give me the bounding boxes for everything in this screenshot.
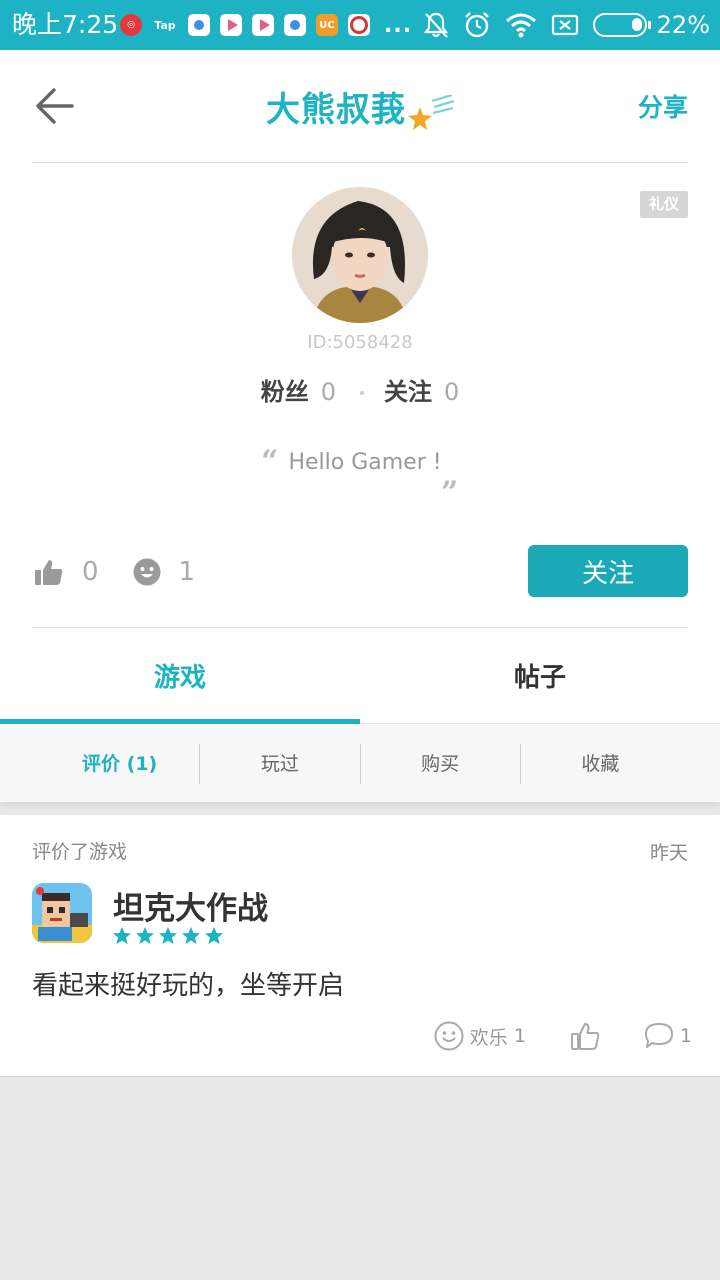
- star-icon: [205, 927, 223, 944]
- page-title: 大熊叔莪: [266, 90, 406, 130]
- fun-reaction[interactable]: 欢乐 1: [434, 1021, 526, 1051]
- user-id: ID:5058428: [307, 332, 413, 353]
- subtab-played[interactable]: 玩过: [199, 743, 359, 784]
- follow-button[interactable]: 关注: [528, 545, 688, 597]
- smile-face-icon[interactable]: [133, 558, 161, 586]
- header-title: 大熊叔莪: [0, 82, 720, 139]
- motto-text: Hello Gamer !: [288, 450, 442, 475]
- notification-icons: ◎ Tap UC ...: [120, 12, 412, 38]
- star-icon: [136, 927, 154, 944]
- play-store-icon-2: [252, 14, 274, 36]
- netease-music-icon: ◎: [120, 14, 142, 36]
- smile-face-icon: [434, 1021, 464, 1051]
- comment-button[interactable]: 1: [644, 1022, 692, 1050]
- fun-count: 1: [178, 557, 196, 587]
- status-time: 晚上7:25: [12, 10, 119, 39]
- divider: [32, 162, 688, 163]
- subtab-purchased[interactable]: 购买: [359, 743, 520, 784]
- play-store-icon: [220, 14, 242, 36]
- close-quote-icon: „: [441, 458, 459, 493]
- wifi-icon: [505, 12, 537, 38]
- bell-muted-icon: [423, 11, 449, 39]
- thumbs-up-outline-icon: [570, 1023, 600, 1050]
- uc-browser-icon: UC: [316, 14, 338, 36]
- fans-label[interactable]: 粉丝: [261, 378, 309, 406]
- star-icon: [159, 927, 177, 944]
- fans-count[interactable]: 0: [321, 378, 336, 406]
- likes-count: 0: [82, 557, 99, 587]
- fun-label: 欢乐: [469, 1026, 508, 1049]
- etiquette-badge[interactable]: 礼仪: [640, 191, 688, 218]
- content-tabs: 游戏 帖子: [0, 628, 720, 724]
- battery-percent: 22%: [656, 11, 710, 39]
- game-subtabs: 评价 (1) 玩过 购买 收藏: [0, 725, 720, 802]
- tab-games[interactable]: 游戏: [0, 628, 360, 724]
- taptap-icon: Tap: [154, 18, 176, 32]
- alarm-icon: [463, 11, 491, 39]
- game-name[interactable]: 坦克大作战: [113, 883, 268, 928]
- comment-count: 1: [679, 1025, 692, 1047]
- game-icon[interactable]: [32, 883, 92, 943]
- tab-posts[interactable]: 帖子: [360, 628, 720, 723]
- follow-stats: 粉丝 0 关注 0: [0, 372, 720, 407]
- share-button[interactable]: 分享: [638, 88, 688, 124]
- thumbs-up-icon[interactable]: [34, 558, 64, 586]
- system-icons: 22%: [409, 9, 710, 41]
- shooting-star-icon: [408, 93, 455, 139]
- star-icon: [113, 927, 131, 944]
- profile-reactions: 0 1: [34, 550, 229, 594]
- qq-icon: [188, 14, 210, 36]
- following-label[interactable]: 关注: [384, 378, 432, 406]
- motto: “ Hello Gamer !„: [0, 444, 720, 493]
- open-quote-icon: “: [261, 444, 279, 479]
- review-actions: 欢乐 1 1: [434, 1018, 692, 1054]
- status-bar: 晚上7:25 ◎ Tap UC ... 22%: [0, 0, 720, 50]
- following-count[interactable]: 0: [444, 378, 459, 406]
- avatar[interactable]: [292, 187, 428, 323]
- star-icon: [182, 927, 200, 944]
- review-activity-label: 评价了游戏: [32, 841, 128, 863]
- profile-page: 大熊叔莪 分享 礼仪 ID:5058428 粉丝 0 关注 0 “ Hello Game…: [0, 50, 720, 802]
- review-time: 昨天: [649, 842, 688, 864]
- comment-icon: [644, 1023, 673, 1048]
- review-card[interactable]: 评价了游戏 昨天 坦克大作战 看起来挺好玩的，坐等开启 欢乐 1 1: [0, 815, 720, 1077]
- review-text: 看起来挺好玩的，坐等开启: [32, 971, 345, 1001]
- video-app-icon: [348, 14, 370, 36]
- rating-stars: [112, 926, 227, 946]
- battery-icon: [592, 13, 651, 37]
- like-button[interactable]: [570, 1021, 600, 1051]
- subtab-favorites[interactable]: 收藏: [519, 743, 680, 784]
- no-sim-icon: [551, 13, 579, 37]
- fun-count: 1: [513, 1025, 526, 1047]
- qq-icon-2: [284, 14, 306, 36]
- separator-dot: [360, 391, 364, 395]
- subtab-reviews[interactable]: 评价 (1): [40, 744, 199, 784]
